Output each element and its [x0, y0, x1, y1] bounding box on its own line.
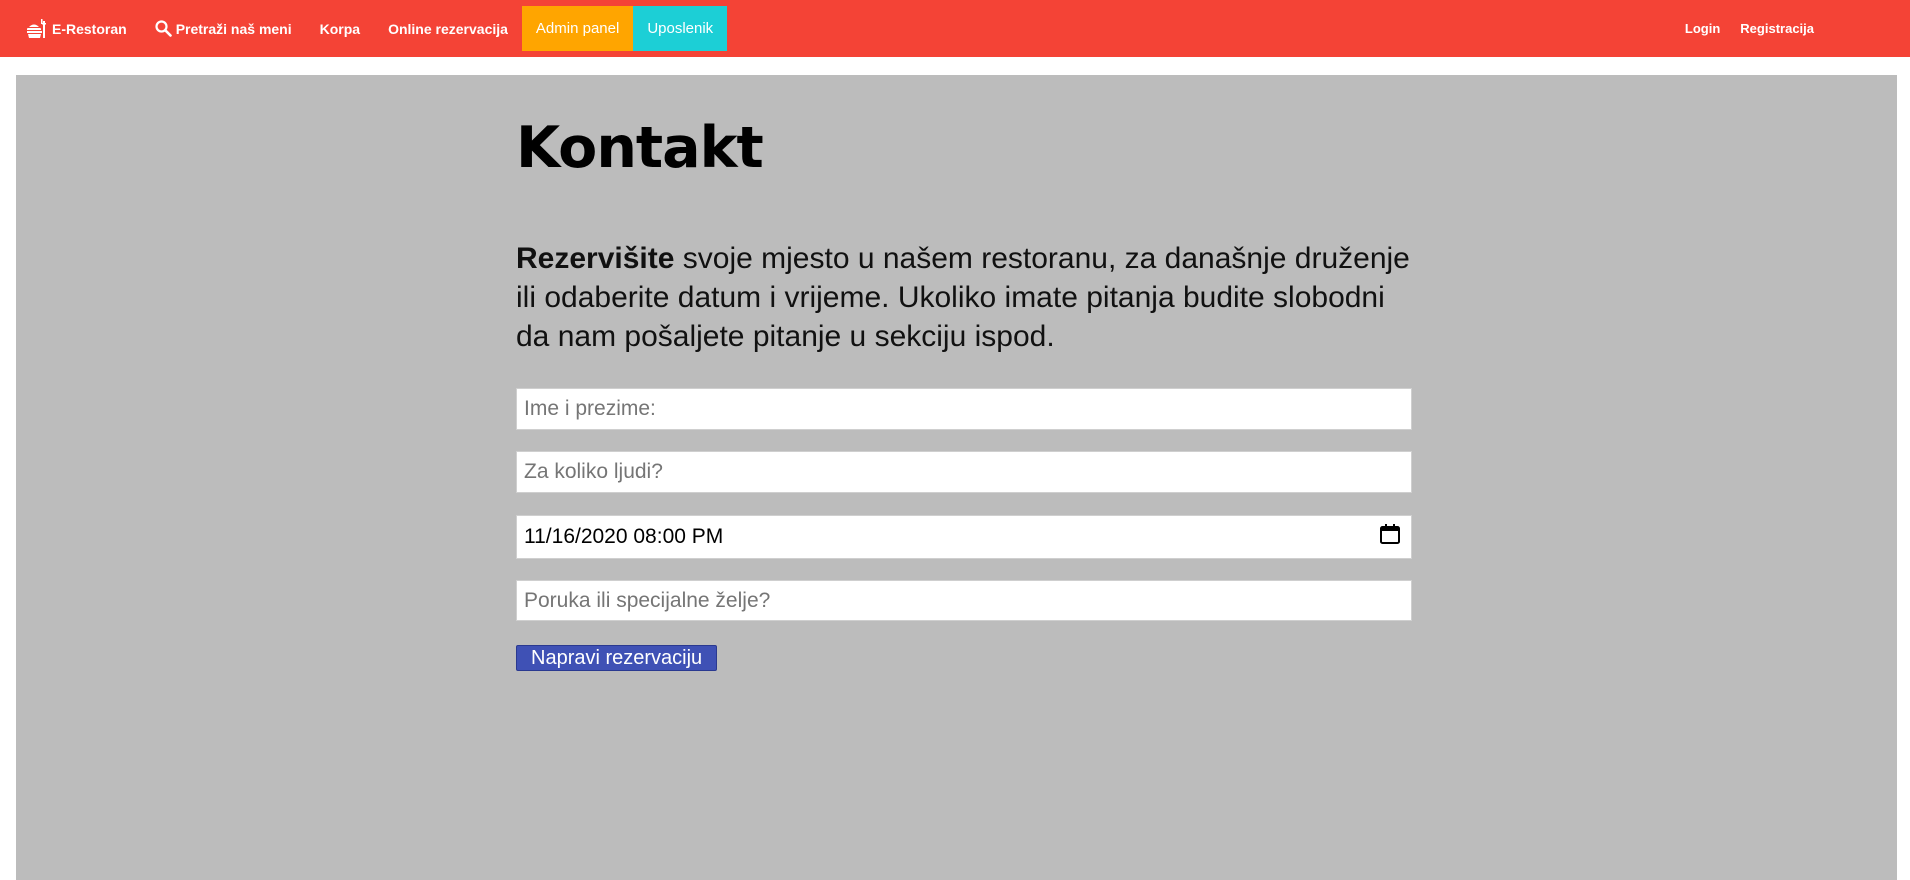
register-link[interactable]: Registracija	[1730, 0, 1824, 57]
restaurant-icon	[26, 18, 48, 39]
admin-panel-button[interactable]: Admin panel	[521, 6, 634, 51]
main-panel: Kontakt Rezervišite svoje mjesto u našem…	[16, 75, 1897, 880]
people-count-input[interactable]	[516, 451, 1412, 493]
cart-link[interactable]: Korpa	[306, 0, 374, 57]
search-menu-label: Pretraži naš meni	[175, 20, 292, 37]
page-title: Kontakt	[516, 115, 764, 181]
message-input[interactable]	[516, 580, 1412, 621]
search-menu-link[interactable]: Pretraži naš meni	[141, 0, 306, 57]
search-icon	[155, 20, 172, 37]
online-reservation-link[interactable]: Online rezervacija	[374, 0, 522, 57]
brand-link[interactable]: E-Restoran	[0, 0, 141, 57]
datetime-input[interactable]: 11/16/2020 08:00 PM	[516, 515, 1412, 559]
employee-button[interactable]: Uposlenik	[633, 6, 728, 51]
login-link[interactable]: Login	[1675, 0, 1730, 57]
make-reservation-button[interactable]: Napravi rezervaciju	[516, 645, 718, 671]
top-navbar: E-Restoran Pretraži naš meni Korpa Onlin…	[0, 0, 1910, 57]
calendar-icon[interactable]	[1379, 523, 1401, 551]
intro-text: Rezervišite svoje mjesto u našem restora…	[516, 239, 1416, 356]
name-input[interactable]	[516, 388, 1412, 430]
brand-label: E-Restoran	[52, 20, 127, 37]
datetime-value: 11/16/2020 08:00 PM	[524, 525, 724, 548]
intro-bold: Rezervišite	[516, 242, 675, 275]
